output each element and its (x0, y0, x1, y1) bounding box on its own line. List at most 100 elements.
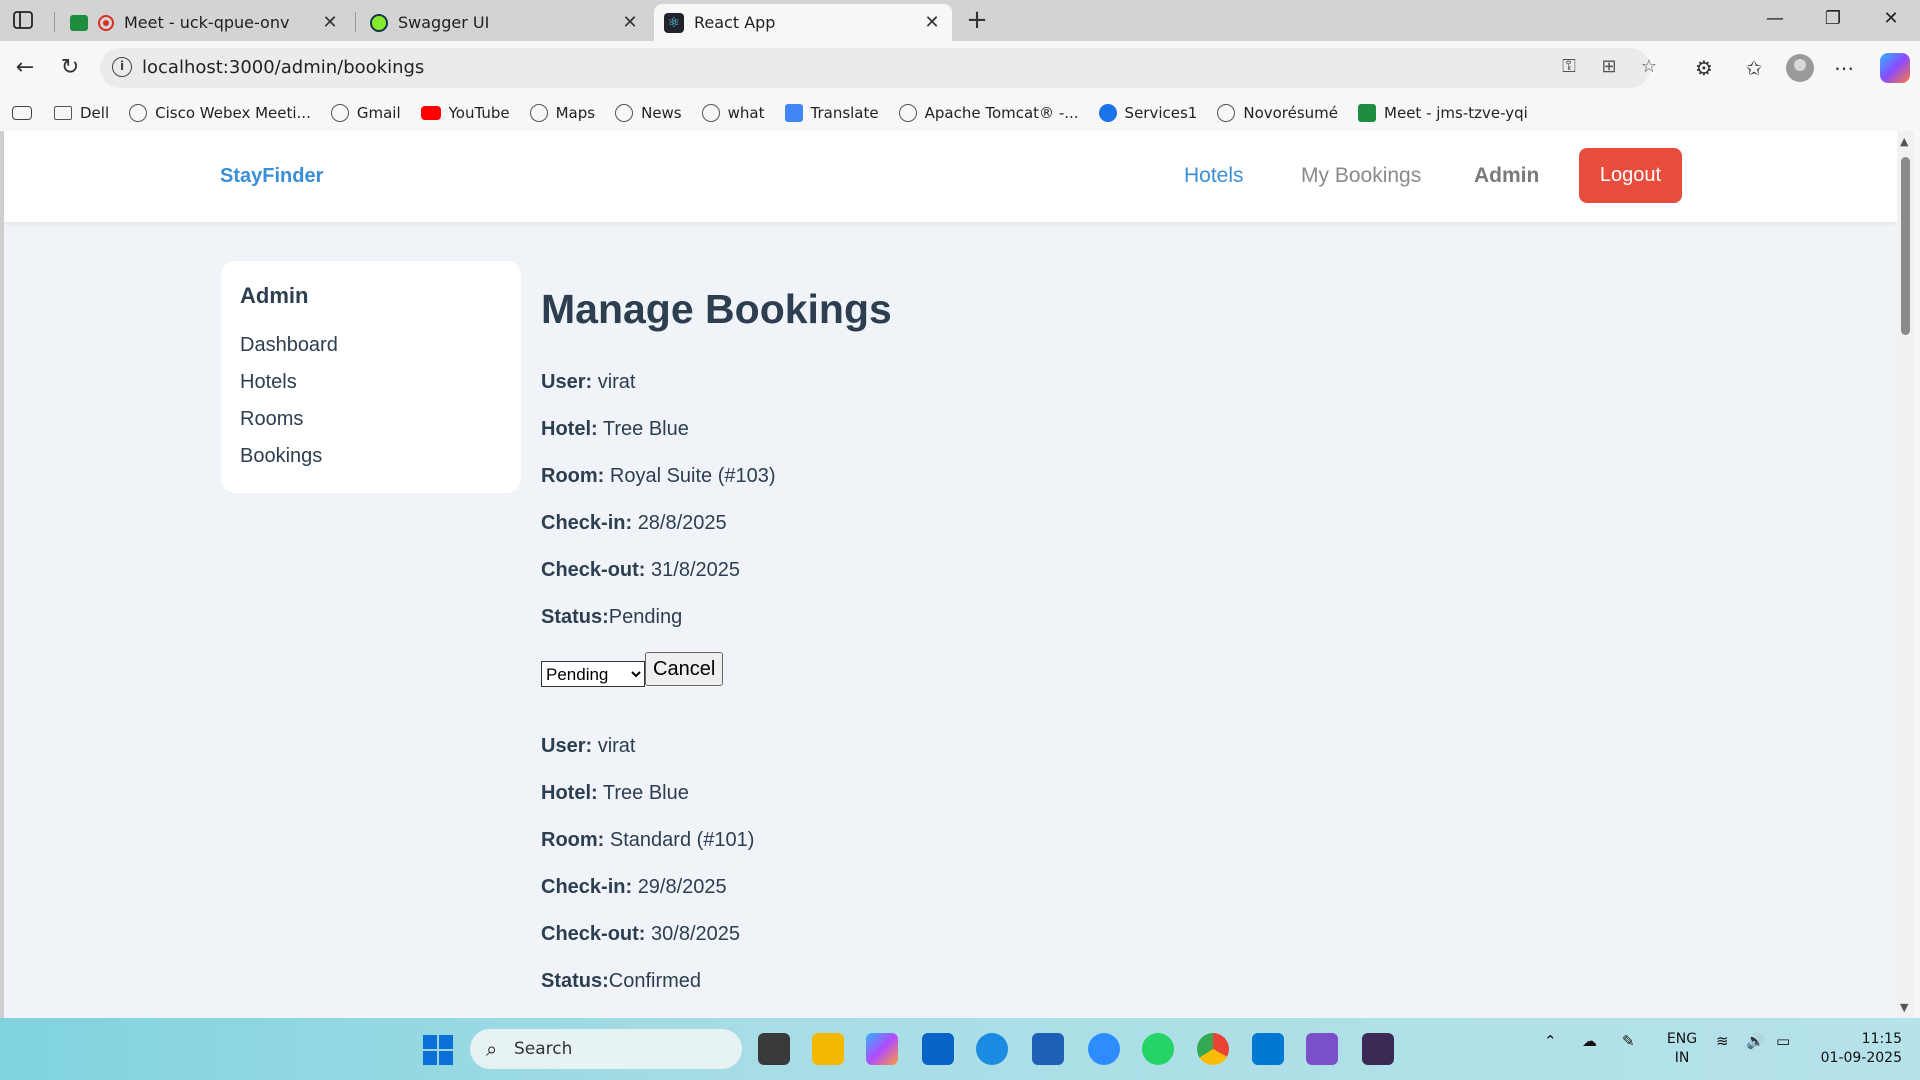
app-available-icon[interactable]: ⊞ (1596, 56, 1622, 80)
globe-icon (898, 104, 917, 122)
brand-logo[interactable]: StayFinder (220, 165, 323, 188)
sidebar-item-bookings[interactable]: Bookings (240, 442, 502, 479)
reading-list-icon[interactable] (12, 106, 32, 120)
favorite-star-icon[interactable]: ☆ (1636, 56, 1662, 80)
copilot-app-icon[interactable] (866, 1033, 898, 1065)
clock-date: 01-09-2025 (1820, 1050, 1902, 1066)
nav-my-bookings-link[interactable]: My Bookings (1301, 164, 1421, 188)
field-value: Tree Blue (602, 418, 689, 440)
language-indicator[interactable]: ENG IN (1664, 1030, 1700, 1068)
field-value: 31/8/2025 (651, 559, 740, 581)
reload-icon[interactable]: ↻ (55, 53, 85, 83)
copilot-icon[interactable] (1880, 53, 1910, 83)
close-icon[interactable]: ✕ (320, 12, 340, 33)
system-clock[interactable]: 11:15 01-09-2025 (1818, 1030, 1902, 1068)
window-close-icon[interactable]: ✕ (1876, 8, 1906, 32)
edge-icon[interactable] (976, 1033, 1008, 1065)
translate-icon (784, 104, 803, 122)
minimize-icon[interactable]: — (1760, 8, 1790, 32)
bookmark-maps[interactable]: Maps (529, 104, 595, 122)
scroll-down-icon[interactable]: ▼ (1900, 1001, 1908, 1014)
outlook-icon[interactable] (922, 1033, 954, 1065)
profile-avatar[interactable] (1786, 54, 1814, 82)
globe-icon (129, 104, 148, 122)
url-text[interactable]: localhost:3000/admin/bookings (142, 57, 424, 78)
visual-studio-icon[interactable] (1306, 1033, 1338, 1065)
windows-start-icon[interactable] (423, 1035, 453, 1065)
logout-button[interactable]: Logout (1579, 148, 1682, 203)
battery-icon[interactable]: ▭ (1776, 1032, 1790, 1050)
tab-strip: Meet - uck-qpue-onv ✕ Swagger UI ✕ ⚛ Rea… (0, 0, 1920, 41)
tab-react-app[interactable]: ⚛ React App ✕ (654, 4, 952, 41)
globe-icon (1217, 104, 1236, 122)
address-bar[interactable]: i localhost:3000/admin/bookings ⚿ ⊞ ☆ (100, 48, 1657, 88)
bookmark-label: Translate (810, 104, 879, 122)
react-icon: ⚛ (664, 12, 684, 33)
bookmark-translate[interactable]: Translate (784, 104, 879, 122)
bookmark-webex[interactable]: Cisco Webex Meeti... (129, 104, 311, 122)
page-viewport: StayFinder Hotels My Bookings Admin Logo… (4, 131, 1897, 1018)
field-value: Royal Suite (#103) (609, 465, 776, 487)
scroll-up-icon[interactable]: ▲ (1900, 135, 1908, 148)
favorites-icon[interactable]: ✩ (1740, 54, 1768, 82)
booking-user: User: virat (541, 731, 892, 778)
chrome-icon[interactable] (1197, 1033, 1229, 1065)
more-options-icon[interactable]: ⋯ (1830, 54, 1858, 82)
volume-icon[interactable]: 🔊 (1746, 1032, 1765, 1050)
status-select[interactable]: Pending (541, 661, 645, 687)
extensions-icon[interactable]: ⚙ (1690, 54, 1718, 82)
whatsapp-icon[interactable] (1142, 1033, 1174, 1065)
tab-swagger[interactable]: Swagger UI ✕ (360, 4, 650, 41)
bookmark-gmail[interactable]: Gmail (330, 104, 401, 122)
bookmark-label: Apache Tomcat® -... (924, 104, 1079, 122)
bookmark-tomcat[interactable]: Apache Tomcat® -... (898, 104, 1079, 122)
store-icon[interactable] (1032, 1033, 1064, 1065)
bookmark-novoresume[interactable]: Novorésumé (1217, 104, 1338, 122)
task-view-icon[interactable] (758, 1033, 790, 1065)
bookmark-label: Dell (80, 104, 110, 122)
key-icon[interactable]: ⚿ (1556, 56, 1582, 80)
sidebar-item-hotels[interactable]: Hotels (240, 368, 502, 405)
back-icon[interactable]: ← (10, 53, 40, 83)
file-explorer-icon[interactable] (812, 1033, 844, 1065)
bookmark-news[interactable]: News (615, 104, 682, 122)
chevron-up-icon[interactable]: ⌃ (1544, 1032, 1557, 1050)
bookmark-meet[interactable]: Meet - jms-tzve-yqi (1358, 104, 1528, 122)
taskbar-search[interactable]: ⌕ Search (470, 1029, 742, 1069)
bookmark-services1[interactable]: Services1 (1098, 104, 1197, 122)
restore-icon[interactable]: ❐ (1818, 8, 1848, 32)
bookmark-dell[interactable]: Dell (54, 104, 109, 122)
wifi-icon[interactable]: ≋ (1716, 1032, 1729, 1050)
pen-icon[interactable]: ✎ (1622, 1032, 1635, 1050)
bookmark-youtube[interactable]: YouTube (420, 104, 510, 122)
search-placeholder: Search (514, 1039, 573, 1059)
zoom-icon[interactable] (1088, 1033, 1120, 1065)
scrollbar-thumb[interactable] (1901, 157, 1910, 335)
nav-admin-link[interactable]: Admin (1474, 164, 1539, 188)
vscode-icon[interactable] (1252, 1033, 1284, 1065)
window-edge (1914, 131, 1920, 1018)
nav-hotels-link[interactable]: Hotels (1184, 164, 1244, 188)
terminal-icon[interactable] (1362, 1033, 1394, 1065)
bookmark-what[interactable]: what (701, 104, 765, 122)
onedrive-icon[interactable]: ☁ (1582, 1032, 1597, 1050)
close-icon[interactable]: ✕ (922, 12, 942, 33)
tab-separator (355, 12, 356, 32)
new-tab-icon[interactable]: + (962, 6, 992, 36)
field-value: virat (597, 735, 636, 757)
tab-meet[interactable]: Meet - uck-qpue-onv ✕ (60, 4, 350, 41)
cancel-button[interactable]: Cancel (645, 652, 724, 686)
globe-icon (701, 104, 720, 122)
sidebar-item-dashboard[interactable]: Dashboard (240, 331, 502, 368)
field-value: 28/8/2025 (637, 512, 727, 534)
site-info-icon[interactable]: i (112, 57, 132, 77)
close-icon[interactable]: ✕ (620, 12, 640, 33)
field-label: Hotel: (541, 782, 598, 804)
field-label: User: (541, 371, 593, 393)
bookmarks-bar: Dell Cisco Webex Meeti... Gmail YouTube … (0, 95, 1920, 131)
tab-actions-icon[interactable] (12, 9, 38, 31)
page-scrollbar[interactable]: ▲ ▼ (1897, 131, 1914, 1018)
sidebar-item-rooms[interactable]: Rooms (240, 405, 502, 442)
booking-room: Room: Standard (#101) (541, 825, 892, 872)
bookmark-label: Gmail (356, 104, 401, 122)
